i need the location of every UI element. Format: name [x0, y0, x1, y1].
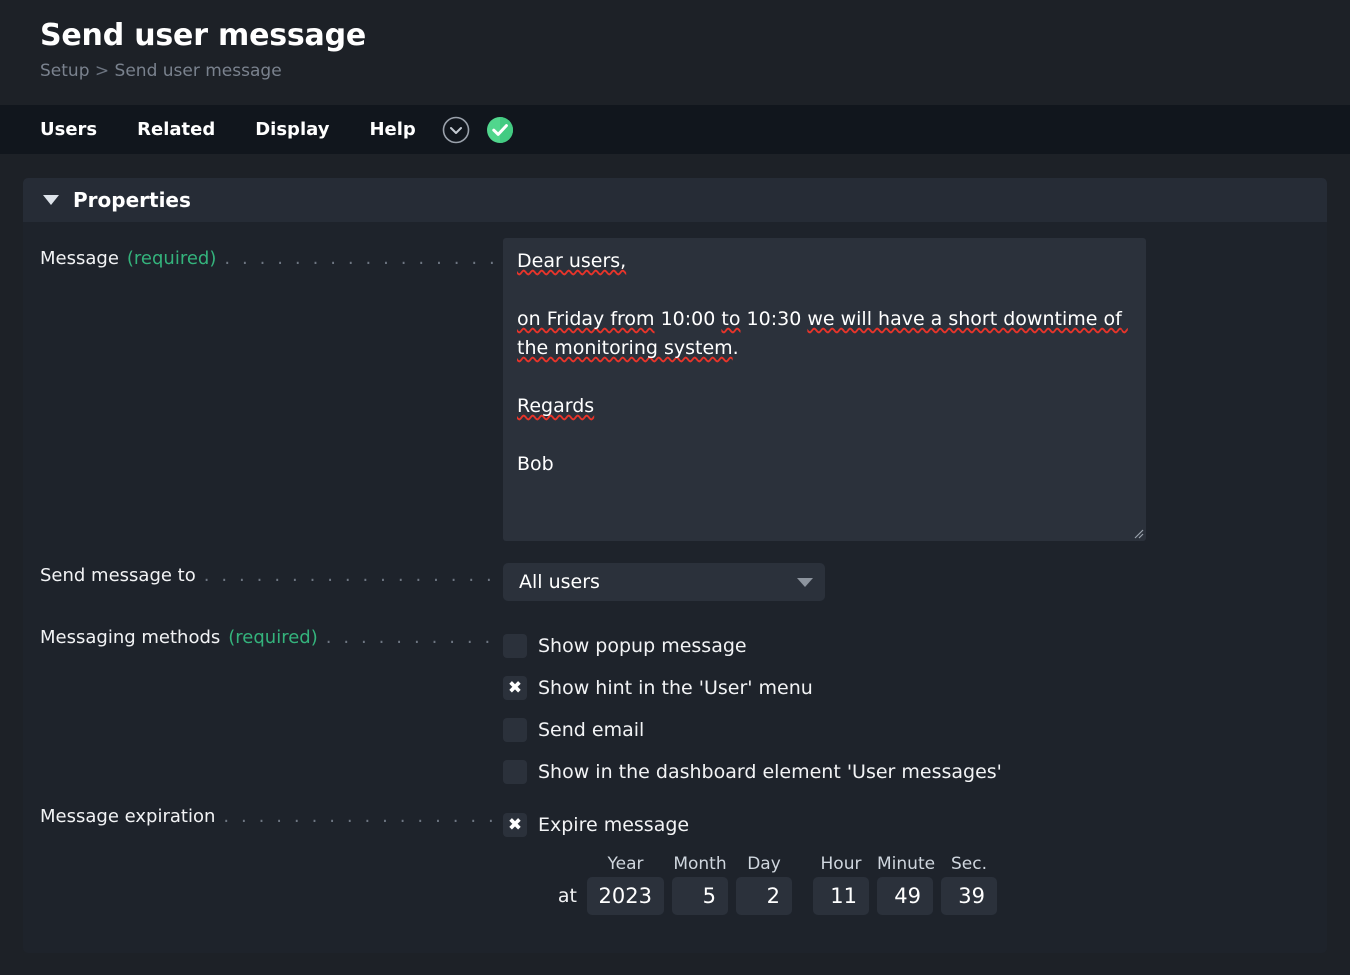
label-message: Message (required) . . . . . . . . . . .… — [23, 238, 503, 272]
checkbox-expire-message[interactable]: ✖ — [503, 813, 527, 837]
checkbox-row-show-hint-user-menu[interactable]: ✖ Show hint in the 'User' menu — [503, 667, 1327, 709]
leader-dots-message-expiration: . . . . . . . . . . . . . . . . . . . . … — [223, 806, 503, 826]
datetime-at-label: at — [557, 885, 577, 907]
field-row-message: Message (required) . . . . . . . . . . .… — [23, 238, 1327, 541]
breadcrumb-separator: > — [94, 61, 110, 81]
label-message-expiration: Message expiration . . . . . . . . . . .… — [23, 804, 503, 830]
message-textarea[interactable]: Dear users, on Friday from 10:00 to 10:3… — [503, 238, 1146, 541]
checkbox-row-show-dashboard-element[interactable]: Show in the dashboard element 'User mess… — [503, 751, 1327, 793]
leader-dots-messaging-methods: . . . . . . . . . . . . . . . . . . . . … — [325, 627, 503, 647]
message-line-2f: . — [732, 337, 739, 359]
checkbox-label-show-popup-message: Show popup message — [538, 635, 747, 657]
message-line-2c: to — [721, 308, 741, 330]
properties-panel-title: Properties — [73, 188, 191, 212]
menu-bar: Users Related Display Help — [0, 105, 1350, 154]
message-blank-2 — [517, 366, 523, 388]
send-to-selected-value: All users — [519, 571, 600, 593]
page-title: Send user message — [40, 18, 367, 53]
message-line-2b: 10:00 — [660, 308, 716, 330]
input-sec[interactable]: 39 — [941, 877, 997, 915]
datetime-header-sec: Sec. — [950, 854, 987, 874]
chevron-down-icon[interactable] — [797, 577, 813, 587]
send-to-select[interactable]: All users — [503, 563, 825, 601]
message-blank-3 — [517, 424, 523, 446]
field-messaging-methods: Show popup message ✖ Show hint in the 'U… — [503, 625, 1327, 793]
breadcrumb: Setup > Send user message — [40, 58, 1350, 84]
checkbox-label-send-email: Send email — [538, 719, 645, 741]
leader-dots-send-to: . . . . . . . . . . . . . . . . . . . . … — [203, 565, 503, 585]
checkbox-row-send-email[interactable]: Send email — [503, 709, 1327, 751]
checkbox-show-popup-message[interactable] — [503, 634, 527, 658]
message-line-2a: on Friday from — [517, 308, 655, 330]
menu-item-related[interactable]: Related — [137, 119, 215, 140]
checkbox-row-expire-message[interactable]: ✖ Expire message — [503, 804, 1327, 846]
datetime-header-minute: Minute — [877, 854, 936, 874]
page-header: Send user message Setup > Send user mess… — [0, 0, 1350, 84]
label-message-text: Message — [40, 248, 119, 269]
message-line-4: Bob — [517, 453, 554, 475]
label-message-required: (required) — [126, 248, 217, 269]
field-row-messaging-methods: Messaging methods (required) . . . . . .… — [23, 625, 1327, 793]
datetime-header-hour: Hour — [820, 854, 862, 874]
field-send-to: All users — [503, 563, 1327, 601]
expiration-datetime-inputs: at 2023 5 2 11 49 39 — [503, 877, 1327, 915]
input-hour[interactable]: 11 — [813, 877, 869, 915]
properties-panel-header[interactable]: Properties — [23, 178, 1327, 222]
breadcrumb-root[interactable]: Setup — [40, 61, 89, 81]
message-line-2d: 10:30 — [746, 308, 802, 330]
check-circle-icon[interactable] — [486, 116, 514, 144]
datetime-header-month: Month — [673, 854, 727, 874]
checkbox-send-email[interactable] — [503, 718, 527, 742]
input-day[interactable]: 2 — [736, 877, 792, 915]
properties-panel: Properties Message (required) . . . . . … — [23, 178, 1327, 953]
datetime-header-day: Day — [747, 854, 781, 874]
checkbox-show-hint-user-menu[interactable]: ✖ — [503, 676, 527, 700]
label-messaging-methods-text: Messaging methods — [40, 627, 221, 648]
input-month[interactable]: 5 — [672, 877, 728, 915]
checkbox-row-show-popup-message[interactable]: Show popup message — [503, 625, 1327, 667]
breadcrumb-current: Send user message — [114, 61, 282, 81]
label-messaging-methods: Messaging methods (required) . . . . . .… — [23, 625, 503, 651]
properties-panel-body: Message (required) . . . . . . . . . . .… — [23, 222, 1327, 953]
field-message-expiration: ✖ Expire message Year Month Day Hour Min… — [503, 804, 1327, 915]
input-minute[interactable]: 49 — [877, 877, 933, 915]
menu-item-users[interactable]: Users — [40, 119, 97, 140]
label-messaging-methods-required: (required) — [228, 627, 318, 648]
checkbox-label-show-dashboard-element: Show in the dashboard element 'User mess… — [538, 761, 1002, 783]
resize-handle-icon[interactable] — [1131, 526, 1144, 539]
input-year[interactable]: 2023 — [587, 877, 664, 915]
label-message-expiration-text: Message expiration — [40, 806, 216, 827]
message-line-1: Dear users, — [517, 250, 627, 272]
checkbox-show-dashboard-element[interactable] — [503, 760, 527, 784]
message-line-3: Regards — [517, 395, 595, 417]
field-row-message-expiration: Message expiration . . . . . . . . . . .… — [23, 804, 1327, 915]
expiration-datetime: Year Month Day Hour Minute Sec. at 2023 … — [503, 850, 1327, 915]
label-send-to: Send message to . . . . . . . . . . . . … — [23, 563, 503, 589]
caret-down-icon[interactable] — [43, 195, 59, 205]
checkbox-label-expire-message: Expire message — [538, 814, 690, 836]
chevron-down-circle-icon[interactable] — [442, 116, 470, 144]
leader-dots-message: . . . . . . . . . . . . . . . . . . . . … — [224, 248, 503, 268]
field-row-send-to: Send message to . . . . . . . . . . . . … — [23, 563, 1327, 601]
menu-item-help[interactable]: Help — [369, 119, 415, 140]
menu-item-display[interactable]: Display — [255, 119, 329, 140]
message-blank-1 — [517, 279, 523, 301]
expiration-datetime-headers: Year Month Day Hour Minute Sec. — [503, 850, 1327, 874]
datetime-header-year: Year — [607, 854, 644, 874]
checkbox-label-show-hint-user-menu: Show hint in the 'User' menu — [538, 677, 813, 699]
field-message: Dear users, on Friday from 10:00 to 10:3… — [503, 238, 1327, 541]
label-send-to-text: Send message to — [40, 565, 196, 586]
